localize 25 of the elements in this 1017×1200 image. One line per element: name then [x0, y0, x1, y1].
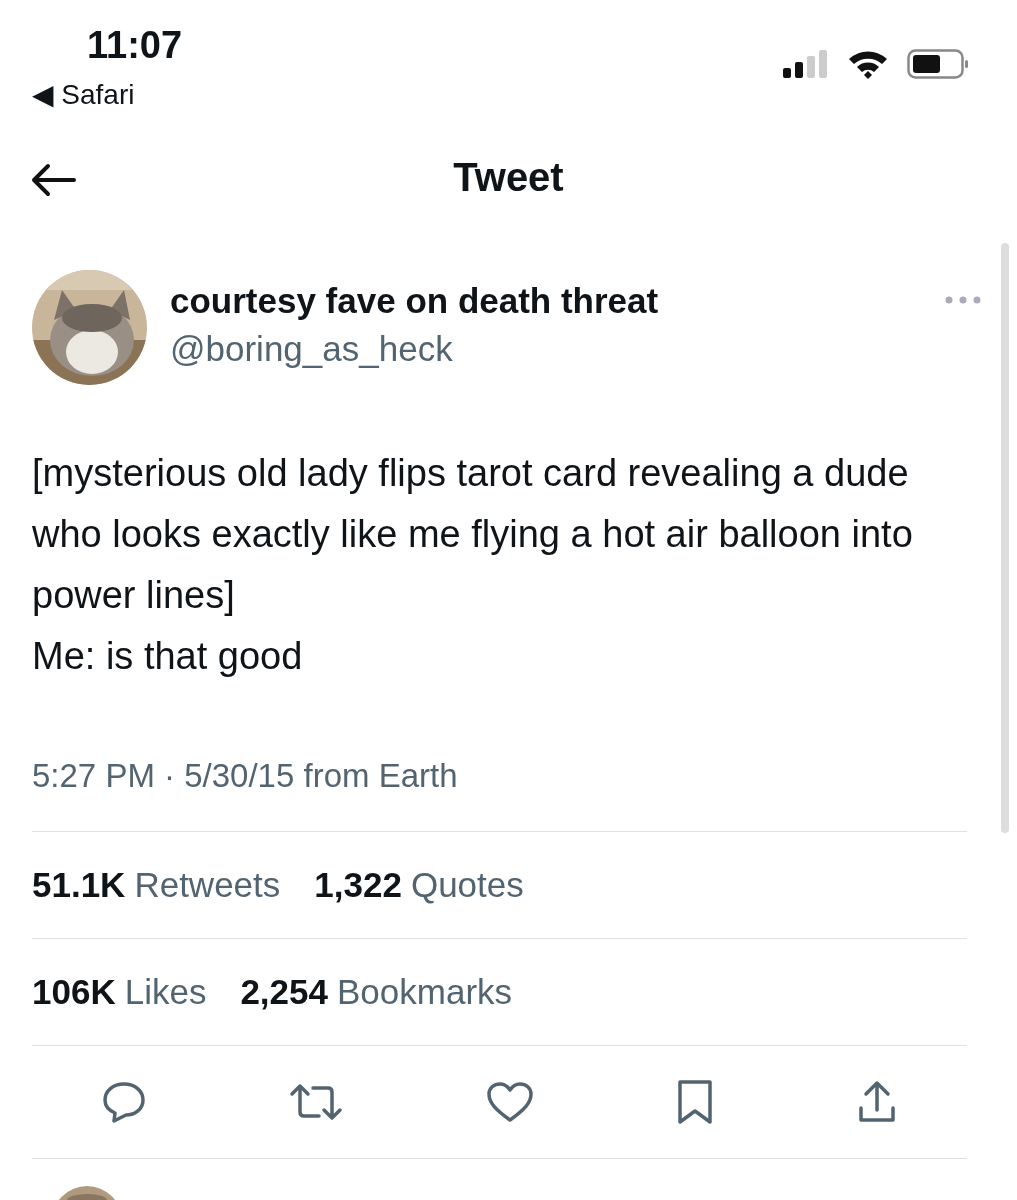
stat-label[interactable]: Likes: [124, 972, 207, 1012]
back-arrow-icon[interactable]: [30, 163, 76, 197]
retweet-icon[interactable]: [288, 1082, 343, 1122]
stat-count[interactable]: 106K: [32, 972, 116, 1012]
tweet-text: Me: is that good: [32, 634, 304, 679]
author-handle[interactable]: @boring_as_heck: [170, 329, 945, 369]
scrollbar[interactable]: [1001, 243, 1009, 833]
tweet-text: [mysterious old lady flips tarot card revealing a dude who looks exactly like me flying a hot air balloon into power lines]: [32, 451, 914, 618]
bookmark-icon[interactable]: [676, 1079, 715, 1125]
tweet-timestamp: 5:27 PM · 5/30/15 from Earth: [32, 757, 967, 832]
back-to-app-link[interactable]: ◀ Safari: [32, 78, 183, 111]
heart-icon[interactable]: [485, 1081, 534, 1123]
reply-icon[interactable]: [102, 1081, 146, 1123]
stat-count[interactable]: 51.1K: [32, 865, 126, 905]
stat-label[interactable]: Retweets: [134, 865, 281, 905]
signal-icon: [783, 50, 829, 78]
stat-count[interactable]: 2,254: [240, 972, 328, 1012]
battery-icon: [907, 49, 969, 79]
share-icon[interactable]: [857, 1080, 897, 1124]
stat-count[interactable]: 1,322: [314, 865, 402, 905]
page-title: Tweet: [453, 154, 564, 200]
author-name[interactable]: courtesy fave on death threat: [170, 281, 945, 321]
stat-label[interactable]: Bookmarks: [337, 972, 513, 1012]
status-time: 11:07: [87, 23, 183, 68]
stat-label[interactable]: Quotes: [410, 865, 524, 905]
